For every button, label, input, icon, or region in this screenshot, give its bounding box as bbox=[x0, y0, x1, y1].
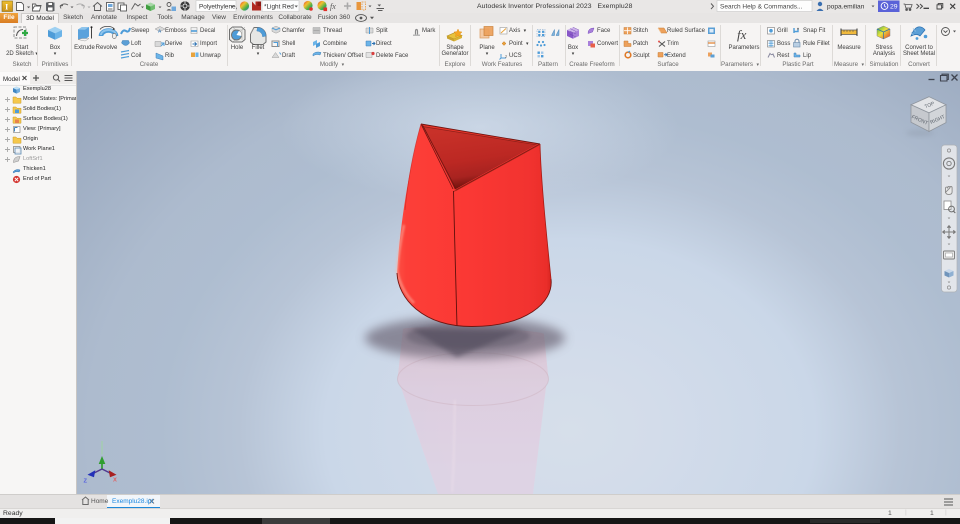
svg-text:*Light Red: *Light Red bbox=[264, 3, 294, 10]
svg-text:popa.emilian: popa.emilian bbox=[827, 3, 865, 10]
svg-text:29: 29 bbox=[890, 4, 898, 11]
svg-text:X: X bbox=[113, 478, 117, 484]
svg-text:fx: fx bbox=[737, 27, 747, 42]
svg-text:fx: fx bbox=[330, 2, 336, 11]
svg-text:Z: Z bbox=[84, 479, 88, 485]
svg-text:Search Help & Commands...: Search Help & Commands... bbox=[720, 3, 803, 10]
svg-text:Model: Model bbox=[3, 76, 20, 83]
svg-text:z: z bbox=[505, 54, 507, 59]
